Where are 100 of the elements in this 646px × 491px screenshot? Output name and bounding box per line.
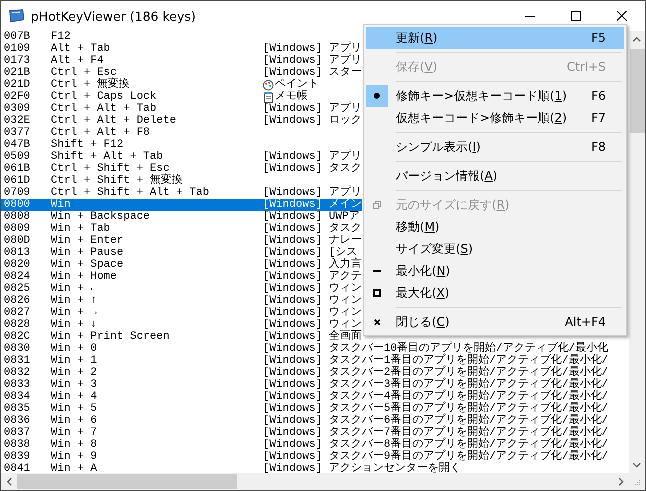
key-combination: Win + A xyxy=(51,463,98,473)
list-row[interactable]: 0309 Ctrl + Alt + Tab [Windows] アプリ xyxy=(1,103,362,115)
key-code: 082C xyxy=(3,331,32,343)
key-combination: Win + 8 xyxy=(51,439,98,451)
key-code: 080D xyxy=(3,235,32,247)
key-code: 032E xyxy=(3,115,32,127)
key-combination: Win + Tab xyxy=(51,223,112,235)
list-row[interactable]: 0838 Win + 8 [Windows] タスクバー8番目のアプリを開始/アクティブ化/最小化/ xyxy=(1,439,608,451)
action-description: [Windows] UWPア xyxy=(263,211,360,223)
key-code: 0309 xyxy=(3,103,32,115)
close-icon xyxy=(617,11,627,21)
action-description: [Windows] アプリ xyxy=(263,55,362,67)
key-combination: Win + Space xyxy=(51,259,125,271)
list-row[interactable]: 0709 Ctrl + Shift + Alt + Tab [Windows] アプリ xyxy=(1,187,362,199)
vertical-scrollbar-thumb[interactable] xyxy=(630,49,644,133)
horizontal-scrollbar-thumb[interactable] xyxy=(17,474,237,489)
menu-item[interactable]: 最大化(X) xyxy=(366,282,624,304)
menu-item[interactable]: 最小化(N) xyxy=(366,260,624,282)
key-combination: Win + Print Screen xyxy=(51,331,171,343)
action-description: [Windows] ウィン xyxy=(263,307,362,319)
key-combination: Ctrl + Shift + Esc xyxy=(51,163,170,175)
list-row[interactable]: 0832 Win + 2 [Windows] タスクバー2番目のアプリを開始/アクティブ化/最小化/ xyxy=(1,367,608,379)
key-code: 0833 xyxy=(3,379,32,391)
menu-item[interactable]: バージョン情報(A) xyxy=(366,165,624,187)
key-code: 0825 xyxy=(3,283,32,295)
list-row[interactable]: 061D Ctrl + Shift + 無変換 xyxy=(1,175,263,187)
list-row[interactable]: 047B Shift + F12 xyxy=(1,139,263,151)
key-combination: Ctrl + Shift + 無変換 xyxy=(51,175,184,187)
action-description: [Windows] アプリ xyxy=(263,187,362,199)
list-row[interactable]: 0820 Win + Space [Windows] 入力言 xyxy=(1,259,362,271)
maximize-icon xyxy=(571,11,581,21)
action-description: [Windows] スター xyxy=(263,67,362,79)
list-row[interactable]: 0813 Win + Pause [Windows] [シス xyxy=(1,247,358,259)
action-description: [Windows] タスクバー8番目のアプリを開始/アクティブ化/最小化/ xyxy=(263,439,608,451)
list-row[interactable]: 061B Ctrl + Shift + Esc [Windows] タスク xyxy=(1,163,362,175)
key-combination: Ctrl + Shift + Alt + Tab xyxy=(51,187,210,199)
list-row[interactable]: 0828 Win + ↓ [Windows] ウィン xyxy=(1,319,362,331)
list-row[interactable]: 0824 Win + Home [Windows] アクテ xyxy=(1,271,362,283)
list-row[interactable]: 0841 Win + A [Windows] アクションセンターを開く xyxy=(1,463,462,473)
list-row[interactable]: 0825 Win + ← [Windows] ウィン xyxy=(1,283,362,295)
list-row[interactable]: 007B F12 xyxy=(1,31,263,43)
list-row[interactable]: 0809 Win + Tab [Windows] タスク xyxy=(1,223,362,235)
key-code: 0173 xyxy=(3,55,32,67)
list-row[interactable]: 021B Ctrl + Esc [Windows] スター xyxy=(1,67,362,79)
key-combination: Win + 6 xyxy=(51,415,98,427)
menu-item[interactable]: サイズ変更(S) xyxy=(366,238,624,260)
key-code: 061B xyxy=(3,163,32,175)
menu-item[interactable]: 修飾キー>仮想キーコード順(1) F6 xyxy=(366,85,624,107)
key-code: 0831 xyxy=(3,355,32,367)
key-combination: Win + 2 xyxy=(51,367,98,379)
list-row[interactable]: 0800 Win [Windows] メイン xyxy=(1,199,362,211)
list-row[interactable]: 080D Win + Enter [Windows] ナレー xyxy=(1,235,362,247)
maximize-icon xyxy=(373,289,381,297)
action-description: [Windows] タスクバー4番目のアプリを開始/アクティブ化/最小化/ xyxy=(263,391,608,403)
action-description: [Windows] タスクバー2番目のアプリを開始/アクティブ化/最小化/ xyxy=(263,367,608,379)
key-code: 0838 xyxy=(3,439,32,451)
close-icon xyxy=(374,318,380,326)
action-description: [Windows] ウィン xyxy=(263,295,362,307)
list-row[interactable]: 0830 Win + 0 [Windows] タスクバー10番目のアプリを開始/アクティブ化/最小化 xyxy=(1,343,608,355)
list-row[interactable]: 0834 Win + 4 [Windows] タスクバー4番目のアプリを開始/アクティブ化/最小化/ xyxy=(1,391,608,403)
menu-item[interactable]: 移動(M) xyxy=(366,216,624,238)
list-row[interactable]: 0826 Win + ↑ [Windows] ウィン xyxy=(1,295,362,307)
key-code: 0826 xyxy=(3,295,32,307)
list-row[interactable]: 0109 Alt + Tab [Windows] アプリ xyxy=(1,43,362,55)
list-row[interactable]: 0835 Win + 5 [Windows] タスクバー5番目のアプリを開始/アクティブ化/最小化/ xyxy=(1,403,608,415)
key-code: 0820 xyxy=(3,259,32,271)
key-combination: Win + 4 xyxy=(51,391,98,403)
menu-item[interactable]: 閉じる(C) Alt+F4 xyxy=(366,311,624,333)
list-row[interactable]: 0839 Win + 9 [Windows] タスクバー9番目のアプリを開始/アクティブ化/最小化/ xyxy=(1,451,608,463)
menu-item[interactable]: 更新(R) F5 xyxy=(366,27,624,49)
action-description: [Windows] 全画面 xyxy=(263,331,362,343)
action-description: [Windows] タスクバー6番目のアプリを開始/アクティブ化/最小化/ xyxy=(263,415,608,427)
list-row[interactable]: 0827 Win + → [Windows] ウィン xyxy=(1,307,362,319)
list-row[interactable]: 0831 Win + 1 [Windows] タスクバー1番目のアプリを開始/アクティブ化/最小化/ xyxy=(1,355,608,367)
action-description: [Windows] アクテ xyxy=(263,271,362,283)
action-description: [Windows] タスクバー10番目のアプリを開始/アクティブ化/最小化 xyxy=(263,343,608,355)
list-row[interactable]: 0837 Win + 7 [Windows] タスクバー7番目のアプリを開始/アクティブ化/最小化/ xyxy=(1,427,608,439)
list-row[interactable]: 0509 Shift + Alt + Tab [Windows] アプリ xyxy=(1,151,362,163)
key-code: 061D xyxy=(3,175,32,187)
list-row[interactable]: 02F0 Ctrl + Caps Lock メモ帳 xyxy=(1,91,308,103)
key-combination: Win + ↓ xyxy=(51,319,98,331)
action-description: [Windows] タスクバー9番目のアプリを開始/アクティブ化/最小化/ xyxy=(263,451,608,463)
list-row[interactable]: 021D Ctrl + 無変換 ペイント xyxy=(1,79,319,91)
list-row[interactable]: 032E Ctrl + Alt + Delete [Windows] ロック xyxy=(1,115,362,127)
list-row[interactable]: 0377 Ctrl + Alt + F8 xyxy=(1,127,263,139)
list-row[interactable]: 0173 Alt + F4 [Windows] アプリ xyxy=(1,55,362,67)
key-combination: Ctrl + Alt + Delete xyxy=(51,115,178,127)
key-code: 0832 xyxy=(3,367,32,379)
action-description: [Windows] タスクバー3番目のアプリを開始/アクティブ化/最小化/ xyxy=(263,379,608,391)
list-row[interactable]: 0833 Win + 3 [Windows] タスクバー3番目のアプリを開始/アクティブ化/最小化/ xyxy=(1,379,608,391)
key-code: 0837 xyxy=(3,427,32,439)
menu-item[interactable]: 仮想キーコード>修飾キー順(2) F7 xyxy=(366,107,624,129)
menu-item[interactable]: シンプル表示(I) F8 xyxy=(366,136,624,158)
action-description: ペイント xyxy=(275,79,319,91)
key-code: 0813 xyxy=(3,247,32,259)
key-code: 0824 xyxy=(3,271,32,283)
list-row[interactable]: 082C Win + Print Screen [Windows] 全画面 xyxy=(1,331,362,343)
list-row[interactable]: 0808 Win + Backspace [Windows] UWPア xyxy=(1,211,360,223)
list-row[interactable]: 0836 Win + 6 [Windows] タスクバー6番目のアプリを開始/アクティブ化/最小化/ xyxy=(1,415,608,427)
key-code: 0834 xyxy=(3,391,32,403)
